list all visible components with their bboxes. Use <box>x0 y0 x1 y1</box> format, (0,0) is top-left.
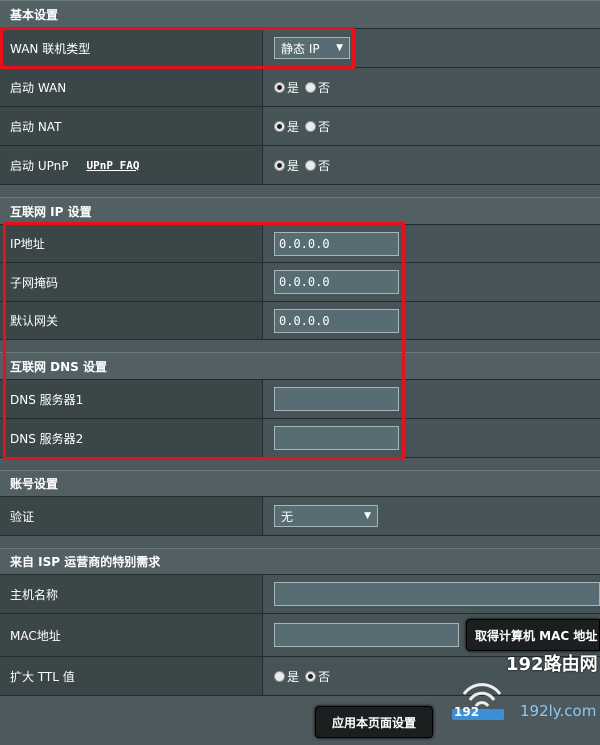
subnet-mask-input[interactable]: 0.0.0.0 <box>274 270 399 294</box>
ttl-yes-radio[interactable]: 是 <box>274 668 299 685</box>
radio-yes-label: 是 <box>287 119 300 134</box>
ip-address-input[interactable]: 0.0.0.0 <box>274 231 399 256</box>
hostname-input[interactable] <box>274 582 600 606</box>
ttl-label: 扩大 TTL 值 <box>0 657 263 695</box>
hostname-row: 主机名称 <box>0 575 600 614</box>
isp-title: 来自 ISP 运营商的特别需求 <box>10 555 161 569</box>
ip-address-row: IP地址 0.0.0.0 <box>0 225 600 263</box>
wan-type-label: WAN 联机类型 <box>0 29 263 67</box>
account-header: 账号设置 <box>0 470 600 497</box>
radio-yes-label: 是 <box>287 80 300 95</box>
radio-no-label: 否 <box>318 80 331 95</box>
enable-upnp-yes-radio[interactable]: 是 <box>274 157 299 174</box>
radio-yes-label: 是 <box>287 158 300 173</box>
ip-address-label: IP地址 <box>0 225 263 262</box>
enable-upnp-row: 启动 UPnP UPnP FAQ 是 否 <box>0 146 600 185</box>
apply-button[interactable]: 应用本页面设置 <box>315 706 433 738</box>
chevron-down-icon: ▼ <box>336 43 343 53</box>
enable-wan-no-radio[interactable]: 否 <box>305 79 330 96</box>
dns2-label: DNS 服务器2 <box>0 419 263 457</box>
dns1-input[interactable] <box>274 387 399 411</box>
get-mac-button-label: 取得计算机 MAC 地址 <box>475 628 598 643</box>
section-gap <box>0 185 600 197</box>
basic-settings-header: 基本设置 <box>0 0 600 29</box>
enable-wan-yes-radio[interactable]: 是 <box>274 79 299 96</box>
watermark-url: 192ly.com <box>520 702 597 720</box>
upnp-faq-link[interactable]: UPnP FAQ <box>86 159 139 172</box>
watermark-logo: 192路由网 192 192ly.com <box>450 648 600 723</box>
radio-checked-icon <box>305 670 317 682</box>
internet-ip-title: 互联网 IP 设置 <box>10 204 92 219</box>
ttl-no-radio[interactable]: 否 <box>305 668 330 685</box>
basic-settings-title: 基本设置 <box>10 8 59 22</box>
account-title: 账号设置 <box>10 477 59 491</box>
subnet-mask-label: 子网掩码 <box>0 263 263 301</box>
watermark-title: 192路由网 <box>506 654 598 675</box>
auth-label: 验证 <box>0 497 263 535</box>
section-gap <box>0 458 600 470</box>
dns-header: 互联网 DNS 设置 <box>0 352 600 380</box>
dns2-row: DNS 服务器2 <box>0 419 600 458</box>
enable-nat-no-radio[interactable]: 否 <box>305 118 330 135</box>
dns1-label: DNS 服务器1 <box>0 380 263 418</box>
radio-unchecked-icon <box>305 159 317 171</box>
mac-input[interactable] <box>274 623 459 647</box>
enable-wan-label: 启动 WAN <box>0 68 263 106</box>
internet-ip-header: 互联网 IP 设置 <box>0 197 600 225</box>
auth-select[interactable]: 无 ▼ <box>274 505 378 527</box>
section-gap <box>0 340 600 352</box>
radio-unchecked-icon <box>274 670 285 682</box>
dns-title: 互联网 DNS 设置 <box>10 359 108 374</box>
radio-checked-icon <box>274 81 285 93</box>
radio-checked-icon <box>274 120 285 132</box>
radio-checked-icon <box>274 159 285 171</box>
gateway-label: 默认网关 <box>0 302 263 339</box>
enable-upnp-label: 启动 UPnP <box>10 158 69 173</box>
mac-label: MAC地址 <box>0 614 263 656</box>
wan-type-value: 静态 IP <box>281 41 320 56</box>
radio-unchecked-icon <box>305 81 317 93</box>
auth-value: 无 <box>281 509 294 524</box>
enable-wan-row: 启动 WAN 是 否 <box>0 68 600 107</box>
chevron-down-icon: ▼ <box>364 511 371 521</box>
radio-no-label: 否 <box>318 669 331 684</box>
subnet-mask-row: 子网掩码 0.0.0.0 <box>0 263 600 302</box>
wan-type-row: WAN 联机类型 静态 IP ▼ <box>0 29 600 68</box>
dns2-input[interactable] <box>274 426 399 450</box>
radio-no-label: 否 <box>318 119 331 134</box>
gateway-row: 默认网关 0.0.0.0 <box>0 302 600 340</box>
apply-button-label: 应用本页面设置 <box>331 715 416 730</box>
wan-type-select[interactable]: 静态 IP ▼ <box>274 37 350 59</box>
radio-no-label: 否 <box>318 158 331 173</box>
enable-upnp-label-cell: 启动 UPnP UPnP FAQ <box>0 146 263 184</box>
section-gap <box>0 536 600 548</box>
radio-yes-label: 是 <box>287 669 300 684</box>
gateway-input[interactable]: 0.0.0.0 <box>274 308 399 333</box>
get-mac-button[interactable]: 取得计算机 MAC 地址 <box>466 619 600 651</box>
hostname-label: 主机名称 <box>0 575 263 613</box>
enable-upnp-no-radio[interactable]: 否 <box>305 157 330 174</box>
radio-unchecked-icon <box>305 120 317 132</box>
enable-nat-yes-radio[interactable]: 是 <box>274 118 299 135</box>
enable-nat-row: 启动 NAT 是 否 <box>0 107 600 146</box>
watermark-small: 192 <box>454 705 480 719</box>
dns1-row: DNS 服务器1 <box>0 380 600 419</box>
enable-nat-label: 启动 NAT <box>0 107 263 145</box>
auth-row: 验证 无 ▼ <box>0 497 600 536</box>
isp-header: 来自 ISP 运营商的特别需求 <box>0 548 600 575</box>
